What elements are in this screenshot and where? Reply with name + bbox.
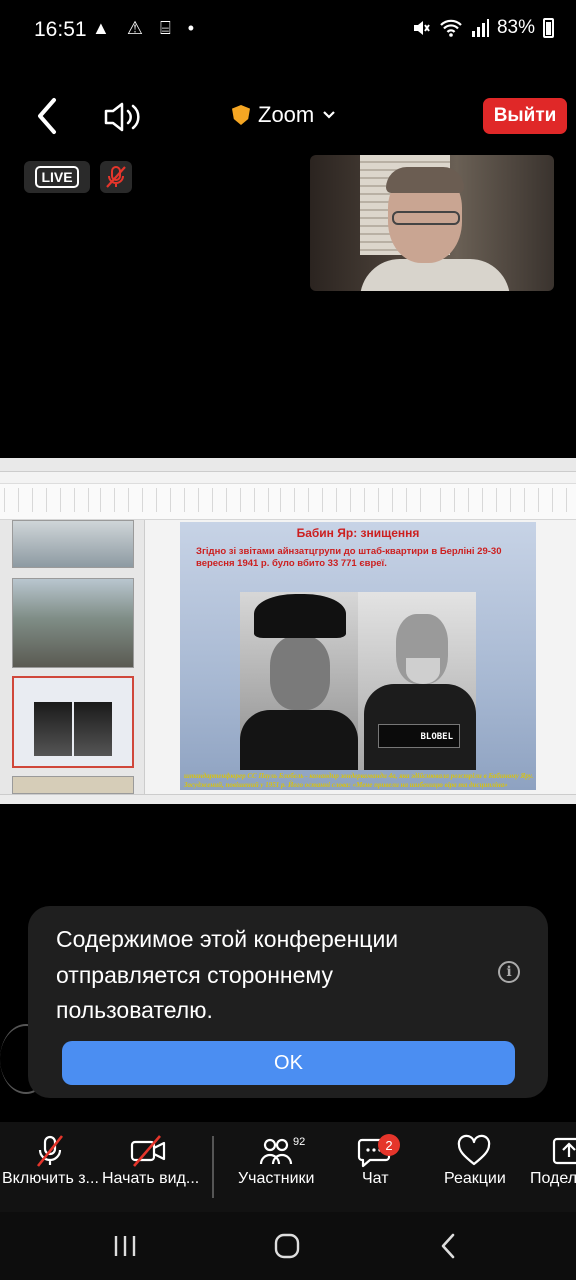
heart-icon [457, 1134, 491, 1166]
ppt-title-bar [0, 458, 576, 472]
participants-button[interactable]: 92 Участники [226, 1122, 326, 1212]
slide-thumbnail[interactable] [12, 776, 134, 794]
notice-message: Содержимое этой конференции отправляется… [56, 926, 399, 1023]
participant-video[interactable] [310, 155, 554, 291]
toolbar-divider [212, 1136, 214, 1198]
android-nav-bar [0, 1212, 576, 1280]
photo-uniform [240, 710, 358, 770]
reactions-button[interactable]: Реакции [436, 1122, 516, 1212]
ribbon-group [100, 488, 270, 512]
ribbon-group [280, 488, 430, 512]
photo-prisoner: BLOBEL [358, 592, 476, 770]
chat-button[interactable]: 2 Чат [336, 1122, 416, 1212]
notification-icons: ▲ ⚠ ⌸ • [92, 18, 201, 38]
ppt-menu-bar [0, 472, 576, 484]
host-mic-muted-badge [100, 161, 132, 193]
photo-cap [254, 594, 346, 638]
battery-percent: 83% [496, 17, 535, 38]
recent-apps-icon[interactable] [112, 1234, 138, 1258]
slide-title: Бабин Яр: знищення [296, 526, 420, 540]
battery-icon [543, 18, 554, 38]
mic-muted-icon [36, 1135, 64, 1167]
mute-status-icon [413, 21, 430, 35]
person-glasses [392, 211, 460, 225]
home-icon[interactable] [274, 1233, 300, 1259]
photo-face [270, 636, 330, 710]
status-bar: 16:51 ▲ ⚠ ⌸ • 83% [0, 0, 576, 60]
unmute-button[interactable]: Включить з... [0, 1122, 100, 1212]
status-time: 16:51 [34, 18, 87, 41]
info-icon[interactable]: i [498, 961, 520, 983]
ok-button[interactable]: OK [62, 1041, 515, 1085]
meeting-title-dropdown[interactable]: Zoom [232, 102, 336, 128]
status-right: 83% [411, 17, 554, 39]
participants-label: Участники [238, 1170, 315, 1187]
ppt-status-bar [0, 794, 576, 804]
mic-muted-icon [106, 166, 126, 188]
app-title: Zoom [258, 102, 315, 127]
back-icon[interactable] [438, 1233, 458, 1259]
wifi-icon [440, 19, 462, 37]
share-icon [552, 1137, 576, 1165]
slide-footer: штандартенфюрер СС Пауль Блобель - коман… [184, 772, 534, 789]
start-video-label: Начать вид... [102, 1170, 200, 1187]
signal-icon [471, 19, 489, 37]
slide-text: Згідно зі звітами айнзатцгрупи до штаб-к… [196, 546, 502, 569]
thumbnail-photo [34, 702, 72, 756]
back-arrow-icon[interactable] [30, 96, 66, 136]
participants-icon [259, 1138, 293, 1165]
meeting-top-bar: Zoom Выйти [0, 90, 576, 146]
speaker-icon[interactable] [102, 100, 142, 134]
slide-thumbnail[interactable] [12, 520, 134, 568]
ribbon-group [440, 488, 570, 512]
slide-thumbnail-selected[interactable] [12, 676, 134, 768]
start-video-button[interactable]: Начать вид... [100, 1122, 206, 1212]
share-notice-dialog: Содержимое этой конференции отправляется… [28, 906, 548, 1098]
person-hair [386, 167, 464, 193]
chevron-down-icon [323, 111, 336, 119]
photo-officer [240, 592, 358, 770]
live-label: LIVE [35, 166, 79, 188]
participants-count: 92 [293, 1136, 306, 1148]
shield-icon [232, 105, 250, 125]
thumbnail-photo [74, 702, 112, 756]
video-off-icon [130, 1135, 166, 1167]
live-badge[interactable]: LIVE [24, 161, 90, 193]
chat-label: Чат [362, 1170, 389, 1187]
chat-unread-badge: 2 [378, 1134, 400, 1156]
reactions-label: Реакции [444, 1170, 506, 1187]
current-slide: Бабин Яр: знищення Згідно зі звітами айн… [180, 522, 536, 790]
unmute-label: Включить з... [2, 1170, 99, 1187]
photo-beard [406, 658, 440, 684]
slide-thumbnails [0, 520, 145, 794]
share-label: Подел [530, 1170, 576, 1187]
shared-screen[interactable]: Бабин Яр: знищення Згідно зі звітами айн… [0, 458, 576, 804]
name-sign: BLOBEL [378, 724, 460, 748]
ribbon-group [4, 488, 94, 512]
meeting-toolbar: Включить з... Начать вид... 92 Участники… [0, 1122, 576, 1212]
share-button[interactable]: Подел [530, 1122, 576, 1212]
ppt-ribbon [0, 484, 576, 520]
leave-button[interactable]: Выйти [483, 98, 567, 134]
slide-thumbnail[interactable] [12, 578, 134, 668]
person-shirt [360, 259, 510, 291]
